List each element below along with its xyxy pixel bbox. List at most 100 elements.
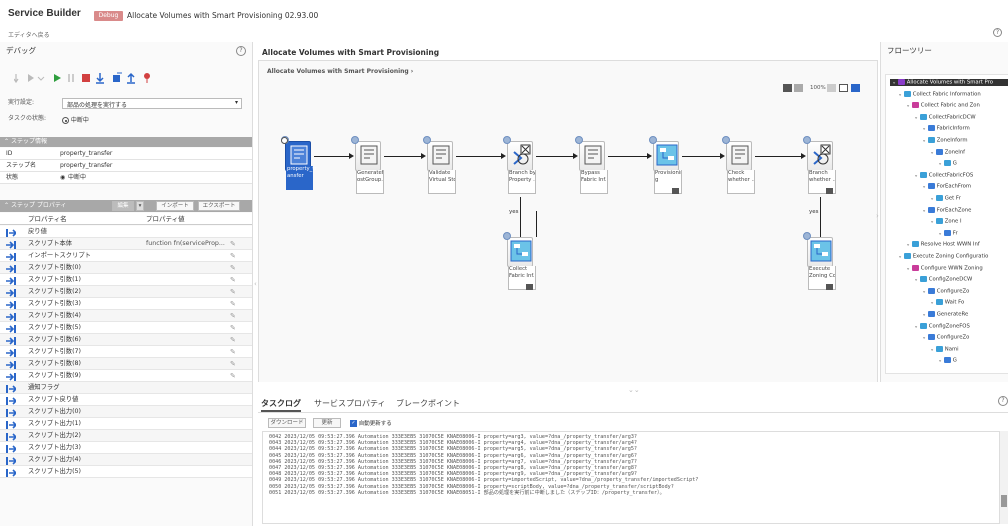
edit-pencil-icon[interactable]: ✎ <box>230 238 236 250</box>
tree-item[interactable]: ⌄ Collect Fabric Information <box>898 90 981 97</box>
scrollbar-thumb[interactable] <box>1001 495 1007 507</box>
edit-pencil-icon[interactable]: ✎ <box>230 262 236 274</box>
expand-icon[interactable]: ⌄ <box>892 80 898 86</box>
tree-item[interactable]: ⌄ Resolve Host WWN Inf <box>906 241 980 248</box>
prop-row[interactable]: スクリプト出力(1) <box>0 418 252 430</box>
prop-row[interactable]: スクリプト引数(9) ✎ <box>0 370 252 382</box>
step-icon[interactable] <box>13 74 19 84</box>
prop-row[interactable]: スクリプト引数(2) ✎ <box>0 286 252 298</box>
prop-row[interactable]: スクリプト出力(4) <box>0 454 252 466</box>
breakpoint-marker-icon[interactable] <box>281 137 288 144</box>
collapse-icon[interactable]: ⌃ <box>4 138 11 145</box>
prop-row[interactable]: 通知フラグ <box>0 382 252 394</box>
edit-pencil-icon[interactable]: ✎ <box>230 346 236 358</box>
expand-icon[interactable]: ⌄ <box>922 207 928 213</box>
expand-icon[interactable]: ⌄ <box>898 254 904 260</box>
expand-icon[interactable]: ⌄ <box>938 161 944 167</box>
tab-breakpoints[interactable]: ブレークポイント <box>396 398 460 409</box>
prop-row[interactable]: スクリプト引数(8) ✎ <box>0 358 252 370</box>
tree-item[interactable]: ⌄ G <box>938 357 957 364</box>
tree-item[interactable]: ⌄ ForEachFrom <box>922 183 971 190</box>
expand-icon[interactable]: ⌄ <box>938 358 944 364</box>
expand-icon[interactable] <box>826 188 833 194</box>
expand-icon[interactable]: ⌄ <box>922 126 928 132</box>
tree-item[interactable]: ⌄ ForEachZone <box>922 206 971 213</box>
flow-node[interactable] <box>355 141 381 171</box>
export-button[interactable]: エクスポート <box>198 201 240 211</box>
prop-row[interactable]: スクリプト出力(5) <box>0 466 252 478</box>
tree-item[interactable]: ⌄ Wait Fo <box>930 299 964 306</box>
tree-item[interactable]: ⌄ Nami <box>930 345 959 352</box>
edit-pencil-icon[interactable]: ✎ <box>230 310 236 322</box>
left-splitter-handle[interactable]: ‹ <box>254 280 257 288</box>
expand-icon[interactable]: ⌄ <box>922 312 928 318</box>
expand-icon[interactable]: ⌄ <box>914 277 920 283</box>
play-icon[interactable] <box>54 74 61 82</box>
tab-task-log[interactable]: タスクログ <box>261 398 301 412</box>
prop-row[interactable]: スクリプト出力(0) <box>0 406 252 418</box>
edit-pencil-icon[interactable]: ✎ <box>230 298 236 310</box>
expand-icon[interactable]: ⌄ <box>930 149 936 155</box>
tree-item[interactable]: ⌄ Allocate Volumes with Smart Pro <box>890 79 1008 86</box>
expand-icon[interactable] <box>526 284 533 290</box>
import-button[interactable]: インポート <box>156 201 194 211</box>
expand-icon[interactable]: ⌄ <box>930 346 936 352</box>
expand-icon[interactable]: ⌄ <box>922 335 928 341</box>
expand-icon[interactable]: ⌄ <box>914 114 920 120</box>
prop-row[interactable]: スクリプト出力(3) <box>0 442 252 454</box>
expand-icon[interactable]: ⌄ <box>906 242 912 248</box>
expand-icon[interactable]: ⌄ <box>938 230 944 236</box>
auto-refresh-checkbox[interactable]: ✓ 自動更新する <box>350 419 392 427</box>
flow-node[interactable] <box>427 141 453 171</box>
prop-row[interactable]: スクリプト本体 function fn(serviceProp... ✎ <box>0 238 252 250</box>
splitter-handle[interactable]: ⌄⌄ <box>628 386 640 394</box>
exec-setting-select[interactable]: 部品の処理を実行する ▾ <box>62 98 242 109</box>
flow-canvas[interactable]: Allocate Volumes with Smart Provisioning… <box>258 60 878 394</box>
edit-dropdown-icon[interactable]: ▾ <box>136 201 144 211</box>
resume-dropdown-icon[interactable] <box>28 74 45 82</box>
flow-node[interactable] <box>726 141 752 171</box>
tree-item[interactable]: ⌄ Configure WWN Zoning <box>906 264 983 271</box>
right-splitter-handle[interactable]: › <box>876 212 879 220</box>
prop-row[interactable]: インポートスクリプト ✎ <box>0 250 252 262</box>
expand-icon[interactable]: ⌄ <box>930 196 936 202</box>
tree-item[interactable]: ⌄ Collect Fabric and Zon <box>906 102 980 109</box>
tree-item[interactable]: ⌄ G <box>938 160 957 167</box>
expand-icon[interactable]: ⌄ <box>922 184 928 190</box>
edit-pencil-icon[interactable]: ✎ <box>230 250 236 262</box>
tree-item[interactable]: ⌄ CollectFabricDCW <box>914 113 976 120</box>
expand-icon[interactable]: ⌄ <box>906 265 912 271</box>
tree-item[interactable]: ⌄ GenerateRe <box>922 311 968 318</box>
help-icon[interactable]: ? <box>993 28 1002 37</box>
flow-node[interactable] <box>507 237 533 267</box>
pause-icon[interactable] <box>68 74 74 82</box>
expand-icon[interactable]: ⌄ <box>906 103 912 109</box>
expand-icon[interactable]: ⌄ <box>914 323 920 329</box>
expand-icon[interactable]: ⌄ <box>922 138 928 144</box>
tab-service-properties[interactable]: サービスプロパティ <box>314 398 386 409</box>
tree-item[interactable]: ⌄ Zone I <box>930 218 962 225</box>
expand-icon[interactable] <box>826 284 833 290</box>
stop-icon[interactable] <box>82 74 90 82</box>
edit-pencil-icon[interactable]: ✎ <box>230 274 236 286</box>
expand-icon[interactable]: ⌄ <box>930 300 936 306</box>
tree-item[interactable]: ⌄ CollectFabricFOS <box>914 171 973 178</box>
prop-row[interactable]: 戻り値 <box>0 226 252 238</box>
prop-row[interactable]: スクリプト引数(3) ✎ <box>0 298 252 310</box>
tree-item[interactable]: ⌄ ConfigureZo <box>922 334 969 341</box>
tree-item[interactable]: ⌄ ConfigZoneDCW <box>914 276 972 283</box>
step-over-icon[interactable] <box>113 72 122 82</box>
debug-help-icon[interactable]: ? <box>236 46 246 56</box>
prop-row[interactable]: スクリプト出力(2) <box>0 430 252 442</box>
expand-icon[interactable]: ⌄ <box>898 91 904 97</box>
tree-item[interactable]: ⌄ ConfigureZo <box>922 287 969 294</box>
tree-item[interactable]: ⌄ Fr <box>938 229 958 236</box>
expand-icon[interactable]: ⌄ <box>922 288 928 294</box>
expand-icon[interactable]: ⌄ <box>914 172 920 178</box>
prop-row[interactable]: スクリプト引数(6) ✎ <box>0 334 252 346</box>
prop-row[interactable]: スクリプト引数(1) ✎ <box>0 274 252 286</box>
tree-item[interactable]: ⌄ ConfigZoneFOS <box>914 322 970 329</box>
step-into-icon[interactable] <box>96 73 104 84</box>
prop-row[interactable]: スクリプト引数(4) ✎ <box>0 310 252 322</box>
back-to-editor-link[interactable]: エディタへ戻る <box>8 30 50 39</box>
